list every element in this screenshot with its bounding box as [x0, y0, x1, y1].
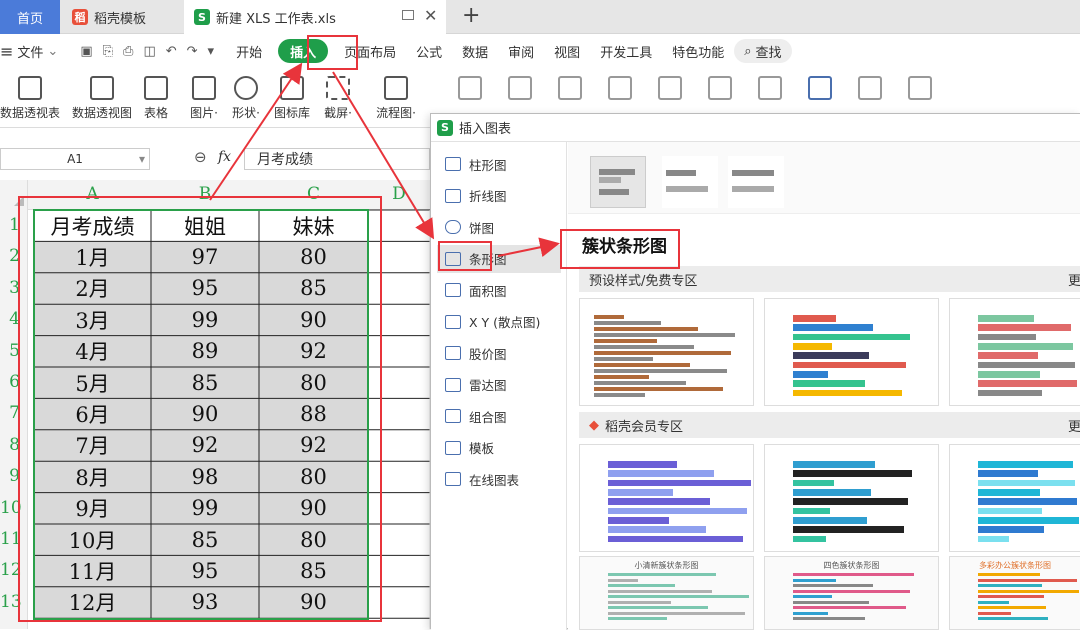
- annotation-arrows: [209, 62, 560, 258]
